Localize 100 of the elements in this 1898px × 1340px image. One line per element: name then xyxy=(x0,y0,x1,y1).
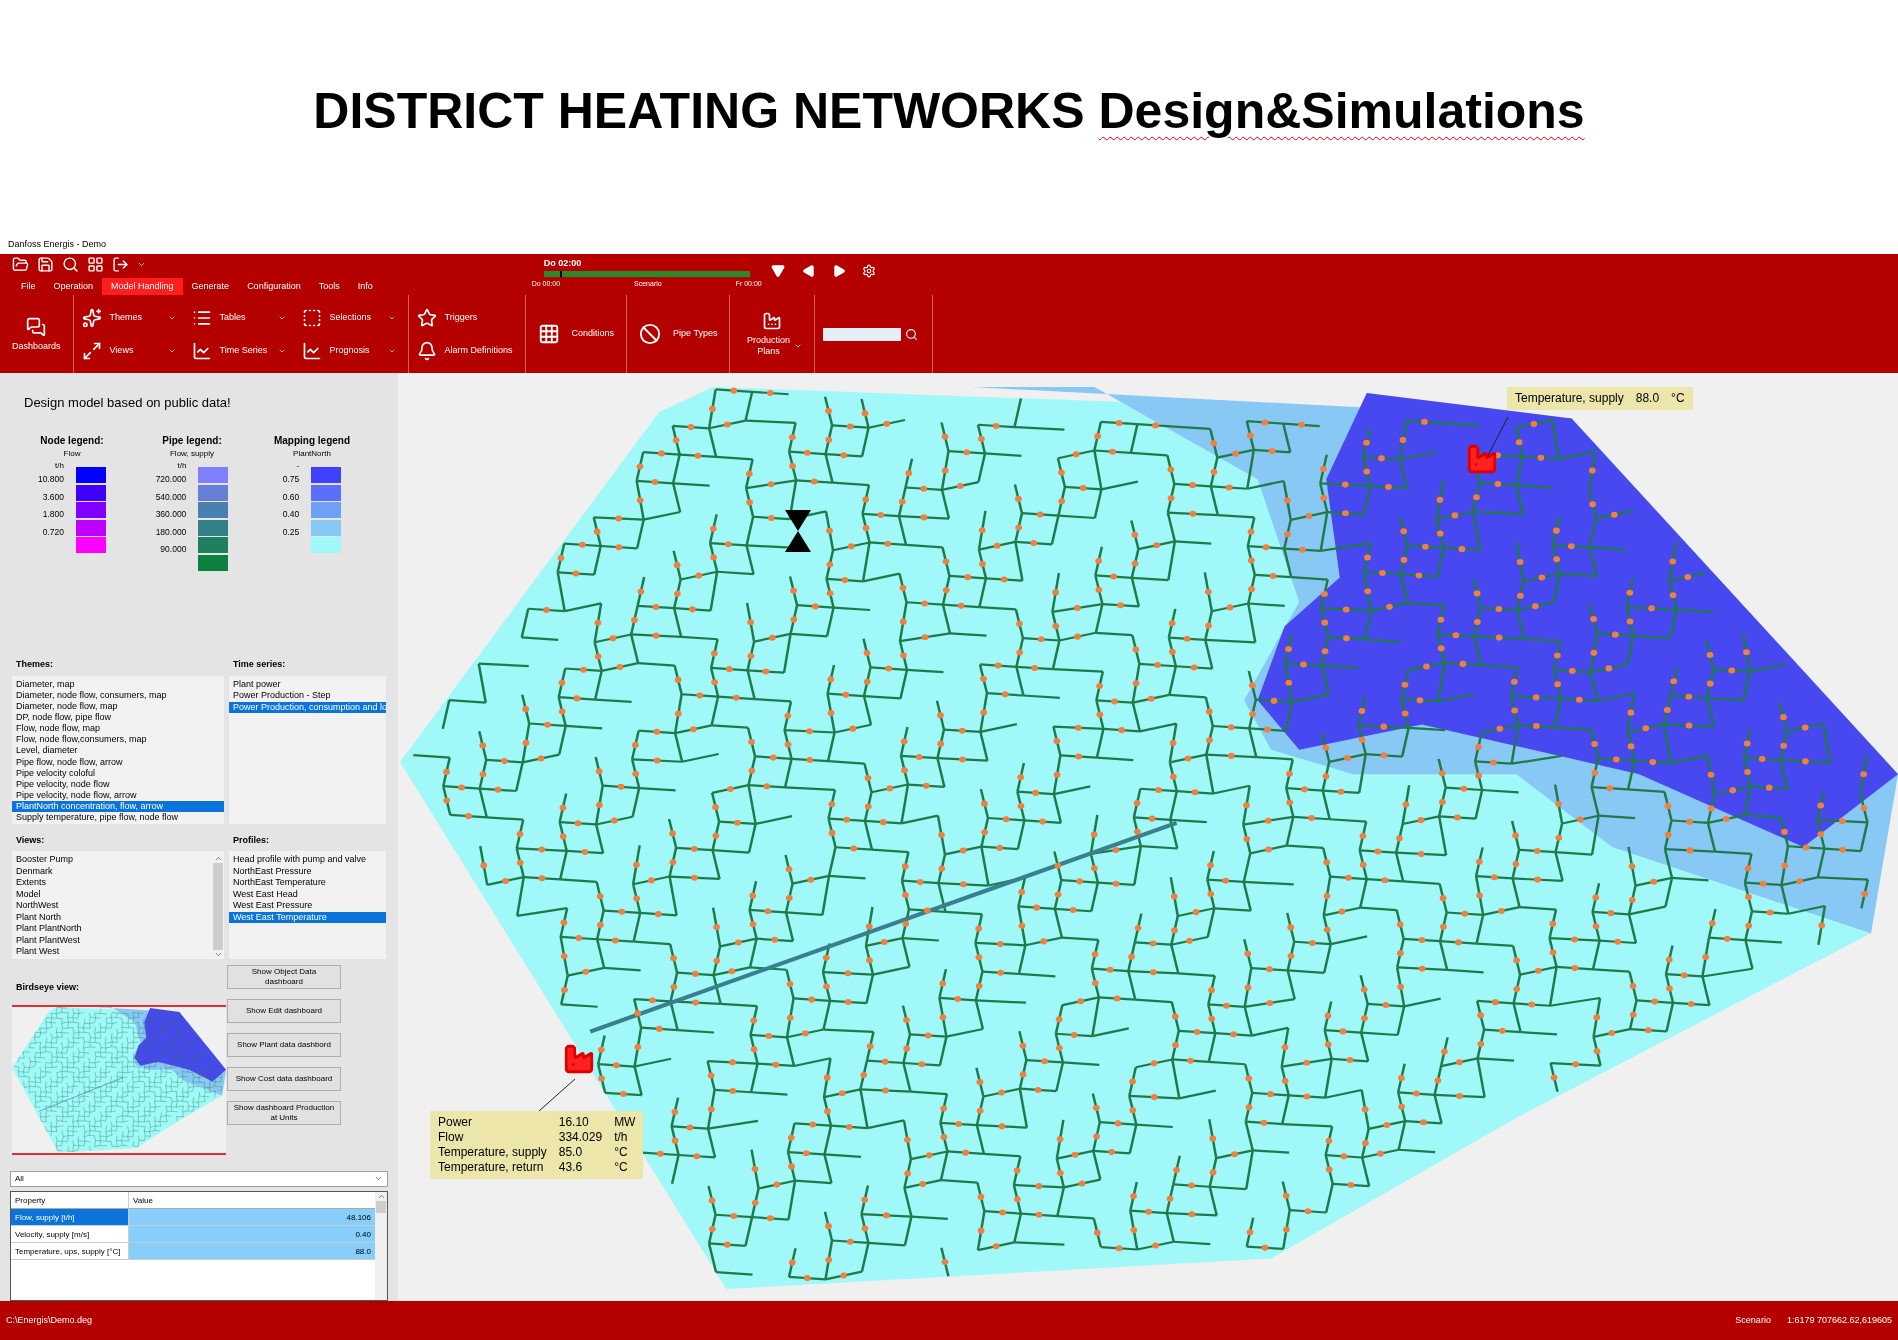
legend-value: 1.800 xyxy=(42,508,64,522)
search-field[interactable] xyxy=(823,327,902,341)
legend-value: 3.600 xyxy=(42,490,64,504)
legend-value: 0.25 xyxy=(282,525,300,539)
list-item[interactable]: Head profile with pump and valve xyxy=(229,854,386,866)
ribbon-button[interactable]: Tables xyxy=(191,301,290,334)
timeline-track[interactable] xyxy=(543,270,750,277)
factory-icon[interactable] xyxy=(562,1042,596,1076)
next-icon[interactable] xyxy=(831,263,846,278)
list-item[interactable]: Pipe velocity, node flow, arrow xyxy=(12,790,224,802)
search-icon[interactable] xyxy=(905,327,919,341)
list-item[interactable]: Plant West xyxy=(12,946,212,958)
scroll-up-icon[interactable] xyxy=(213,854,223,863)
table-row[interactable]: Velocity, supply [m/s] 0.40 xyxy=(11,1225,375,1243)
scrollbar[interactable] xyxy=(212,854,224,959)
caret-icon[interactable] xyxy=(137,260,146,269)
ribbon-button[interactable]: Themes xyxy=(81,301,180,334)
scrollbar[interactable] xyxy=(375,1191,387,1300)
ribbon-tab[interactable]: Generate xyxy=(182,278,239,295)
list-item[interactable]: West East Temperature xyxy=(229,911,386,923)
list-item[interactable]: Supply temperature, pipe flow, node flow xyxy=(12,812,224,824)
list-item[interactable]: Flow, node flow, map xyxy=(12,723,224,735)
filter-dropdown[interactable]: All xyxy=(10,1170,388,1187)
list-item[interactable]: Flow, node flow,consumers, map xyxy=(12,734,224,746)
popup-unit: MW xyxy=(614,1115,636,1130)
ribbon-button[interactable]: Views xyxy=(81,334,180,367)
ribbon-button[interactable]: Production Plans xyxy=(738,311,807,357)
previous-icon[interactable] xyxy=(801,263,816,278)
ribbon-tab[interactable]: Operation xyxy=(44,278,103,295)
window-title: Danfoss Energis - Demo xyxy=(8,237,107,251)
scroll-thumb[interactable] xyxy=(376,1200,386,1213)
dropdown-icon[interactable] xyxy=(769,263,786,278)
exit-icon[interactable] xyxy=(112,256,129,273)
ribbon-button[interactable]: Time Series xyxy=(191,334,290,367)
ribbon-tab[interactable]: Tools xyxy=(309,278,349,295)
ribbon-icon xyxy=(81,307,102,328)
list-item[interactable]: Extents xyxy=(12,877,212,889)
legend-title: Pipe legend: xyxy=(162,434,222,448)
column-header[interactable]: Value xyxy=(129,1191,375,1208)
list-item[interactable]: Power Production - Step xyxy=(229,690,386,702)
column-header[interactable]: Property xyxy=(11,1191,129,1208)
timeline-marker[interactable] xyxy=(560,270,563,277)
legend-value: 0.60 xyxy=(282,490,300,504)
ribbon-button[interactable]: Selections xyxy=(301,301,400,334)
list-item[interactable]: NorthEast Pressure xyxy=(229,865,386,877)
list-item[interactable]: Pipe velocity, node flow xyxy=(12,778,224,791)
dashboard-button[interactable]: Show Edit dashboard xyxy=(227,999,341,1023)
ribbon-button[interactable]: Triggers xyxy=(416,301,517,334)
ribbon-icon xyxy=(301,340,322,361)
ribbon-button[interactable]: Pipe Types xyxy=(635,323,722,345)
legend-title: Mapping legend xyxy=(273,434,351,448)
list-item[interactable]: Plant North xyxy=(12,911,212,923)
scroll-down-icon[interactable] xyxy=(213,950,223,959)
ribbon-icon xyxy=(639,323,662,345)
list-item[interactable]: Plant PlantNorth xyxy=(12,923,212,935)
list-item[interactable]: Denmark xyxy=(12,865,212,877)
dashboard-button[interactable]: Show Object Data dashboard xyxy=(227,965,341,989)
bowtie-icon[interactable] xyxy=(783,510,813,552)
ribbon-button[interactable]: Dashboards xyxy=(8,316,65,352)
dashboard-button[interactable]: Show Plant data dashbord xyxy=(227,1033,341,1057)
list-item[interactable]: Booster Pump xyxy=(12,854,212,866)
dashboard-button[interactable]: Show Cost data dashboard xyxy=(227,1067,341,1091)
legend-quantity: Flow, supply xyxy=(170,448,214,460)
list-item[interactable]: Pipe velocity coloful xyxy=(12,767,224,779)
list-item[interactable]: Diameter, map xyxy=(12,678,224,690)
dashboard-button[interactable]: Show dashboard Production at Units xyxy=(227,1101,341,1125)
list-item[interactable]: West East Head xyxy=(229,888,386,900)
settings-icon[interactable] xyxy=(861,263,876,278)
legend-unit: t/h xyxy=(55,461,64,471)
list-item[interactable]: Plant PlantWest xyxy=(12,934,212,946)
list-item[interactable]: Diameter, node flow, map xyxy=(12,700,224,712)
legend-title: Node legend: xyxy=(40,434,104,448)
list-item[interactable]: Level, diameter xyxy=(12,745,224,757)
folder-icon[interactable] xyxy=(12,256,29,273)
ribbon-icon xyxy=(301,307,322,328)
list-item[interactable]: PlantNorth concentration, flow, arrow xyxy=(12,801,224,813)
list-item[interactable]: Diameter, node flow, consumers, map xyxy=(12,689,224,701)
layout-icon[interactable] xyxy=(87,256,104,273)
legend-value: 90.000 xyxy=(160,543,187,557)
ribbon-button[interactable]: Conditions xyxy=(533,323,619,345)
popup-value: 16.10 xyxy=(558,1115,590,1130)
ribbon-tab[interactable]: Info xyxy=(348,278,382,295)
search-icon[interactable] xyxy=(62,256,79,273)
list-item[interactable]: NorthWest xyxy=(12,900,212,912)
list-item[interactable]: DP, node flow, pipe flow xyxy=(12,711,224,724)
ribbon-tab[interactable]: Configuration xyxy=(238,278,310,295)
ribbon-tab[interactable]: File xyxy=(12,278,45,295)
list-item[interactable]: Pipe flow, node flow, arrow xyxy=(12,756,224,768)
list-item[interactable]: Power Production, consumption and lo xyxy=(229,701,386,713)
ribbon-button[interactable]: Prognosis xyxy=(301,334,400,367)
ribbon-button[interactable]: Alarm Definitions xyxy=(416,334,517,367)
table-row[interactable]: Temperature, ups, supply [°C] 88.0 xyxy=(11,1242,375,1260)
scroll-thumb[interactable] xyxy=(213,863,223,950)
list-item[interactable]: NorthEast Temperature xyxy=(229,877,386,889)
list-item[interactable]: West East Pressure xyxy=(229,900,386,912)
list-item[interactable]: Plant power xyxy=(229,678,386,690)
save-icon[interactable] xyxy=(37,256,54,273)
ribbon-tab[interactable]: Model Handling xyxy=(102,278,183,295)
list-item[interactable]: Model xyxy=(12,888,212,900)
table-row[interactable]: Flow, supply [t/h] 48.106 xyxy=(11,1208,375,1226)
